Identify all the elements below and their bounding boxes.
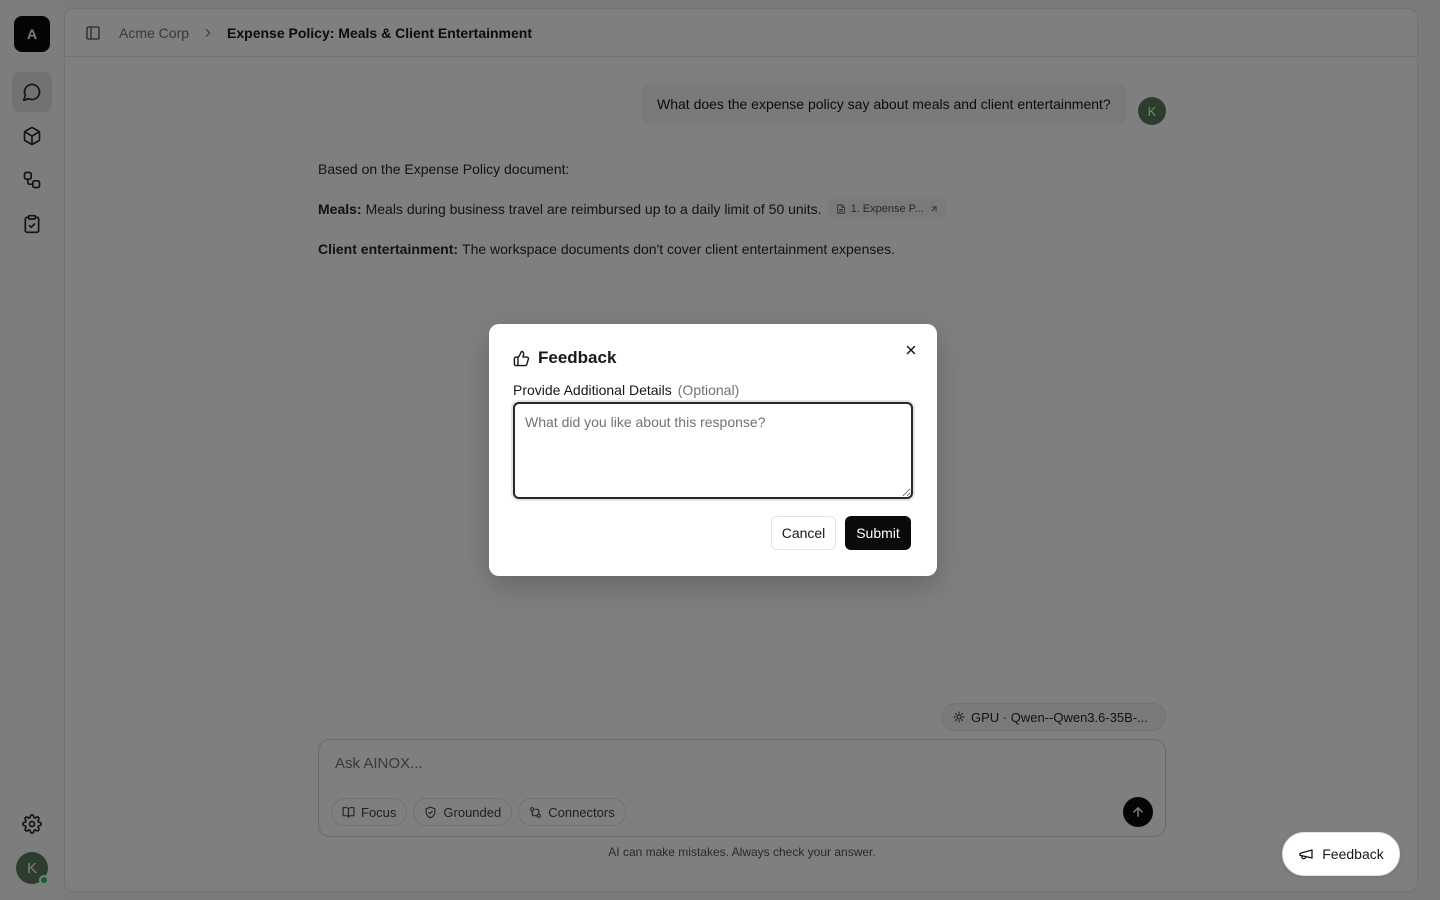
submit-button[interactable]: Submit [845, 516, 911, 550]
megaphone-icon [1299, 849, 1313, 860]
dialog-header: Feedback [513, 348, 616, 368]
feedback-fab-button[interactable]: Feedback [1282, 832, 1400, 876]
feedback-details-textarea[interactable] [513, 402, 913, 499]
close-icon [906, 345, 916, 355]
cancel-button[interactable]: Cancel [771, 516, 836, 550]
thumbs-up-icon [513, 350, 530, 366]
feedback-dialog: Feedback Provide Additional Details (Opti… [489, 324, 937, 576]
details-label-text: Provide Additional Details [513, 382, 672, 398]
details-field-label: Provide Additional Details (Optional) [513, 382, 739, 398]
dialog-close-button[interactable] [903, 342, 919, 358]
feedback-fab-label: Feedback [1322, 846, 1384, 862]
details-optional-text: (Optional) [677, 382, 740, 398]
dialog-title: Feedback [538, 348, 617, 367]
